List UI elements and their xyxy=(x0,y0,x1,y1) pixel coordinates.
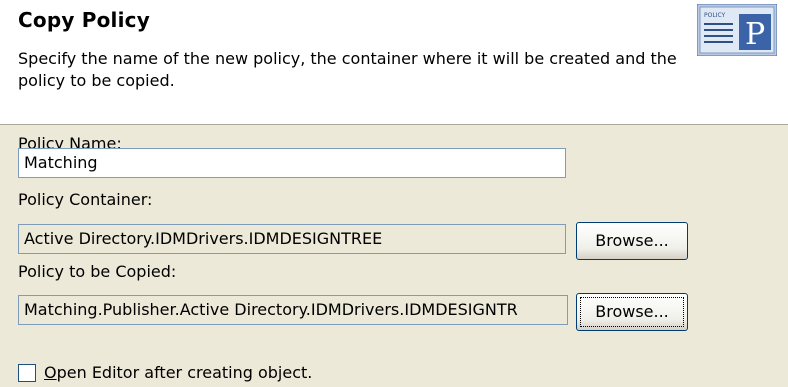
browse-policy-button[interactable]: Browse... xyxy=(576,293,688,331)
page-description: Specify the name of the new policy, the … xyxy=(18,49,677,90)
banner-icon-letter: P xyxy=(745,17,765,52)
policy-container-field[interactable]: Active Directory.IDMDrivers.IDMDESIGNTRE… xyxy=(18,224,566,254)
policy-container-label: Policy Container: xyxy=(18,190,153,209)
policy-to-copy-field[interactable]: Matching.Publisher.Active Directory.IDMD… xyxy=(18,295,568,325)
browse-container-button[interactable]: Browse... xyxy=(576,222,688,260)
open-editor-label-text: pen Editor after creating object. xyxy=(56,363,313,382)
policy-document-icon: POLICY P xyxy=(697,4,777,56)
open-editor-label[interactable]: Open Editor after creating object. xyxy=(44,363,312,382)
page-title: Copy Policy xyxy=(18,8,150,32)
open-editor-checkbox[interactable] xyxy=(18,364,36,382)
policy-to-copy-label: Policy to be Copied: xyxy=(18,262,177,281)
banner-icon-text: POLICY xyxy=(704,12,726,19)
open-editor-mnemonic: O xyxy=(44,363,57,382)
wizard-header: Copy Policy Specify the name of the new … xyxy=(0,0,788,125)
policy-name-input[interactable]: Matching xyxy=(18,148,566,178)
